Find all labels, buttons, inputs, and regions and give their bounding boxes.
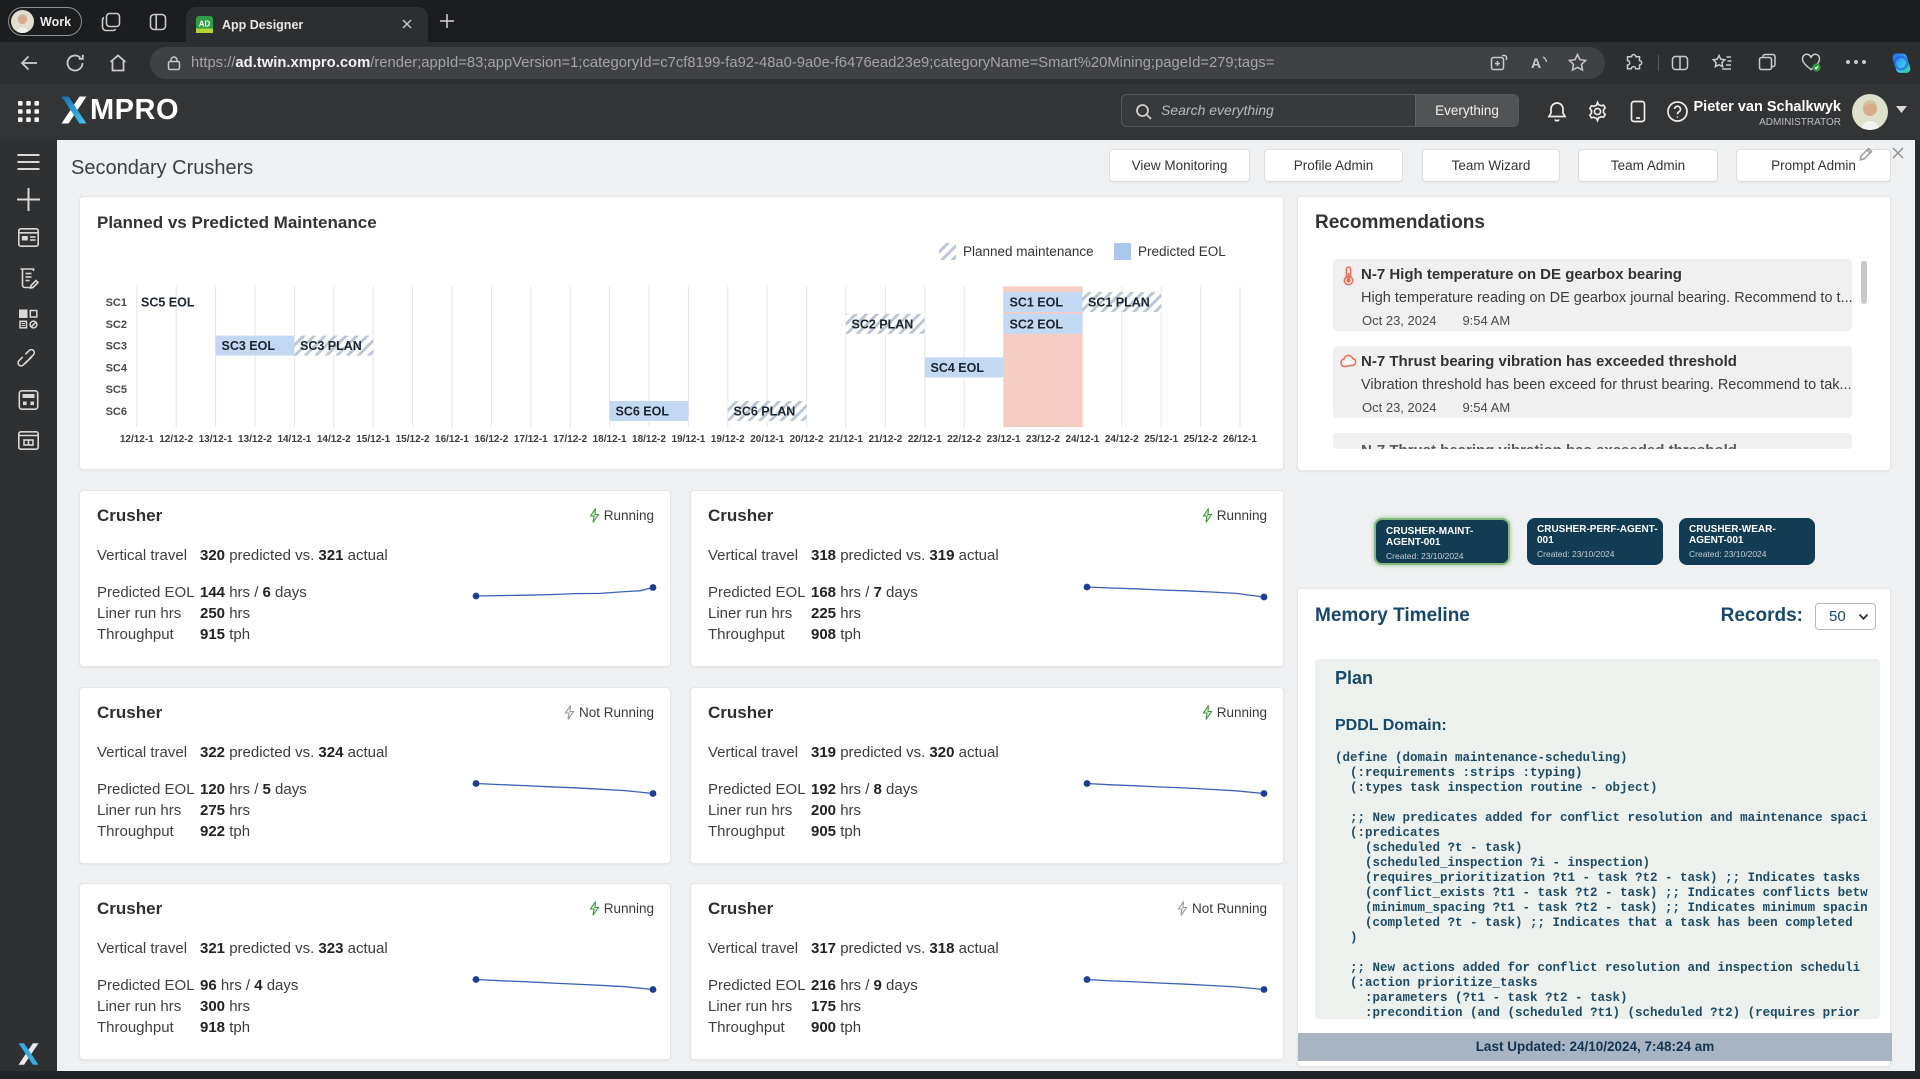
svg-text:16/12-2: 16/12-2 (474, 434, 508, 445)
svg-text:SC5: SC5 (106, 384, 127, 396)
svg-text:20/12-2: 20/12-2 (790, 434, 824, 445)
svg-text:SC1: SC1 (106, 297, 127, 309)
svg-text:24/12-2: 24/12-2 (1105, 434, 1139, 445)
svg-text:21/12-1: 21/12-1 (829, 434, 863, 445)
svg-text:22/12-2: 22/12-2 (947, 434, 981, 445)
svg-text:12/12-2: 12/12-2 (159, 434, 193, 445)
svg-text:16/12-1: 16/12-1 (435, 434, 469, 445)
svg-text:SC1 PLAN: SC1 PLAN (1088, 296, 1150, 310)
svg-text:20/12-1: 20/12-1 (750, 434, 784, 445)
svg-text:SC3 EOL: SC3 EOL (222, 339, 276, 353)
svg-text:14/12-2: 14/12-2 (317, 434, 351, 445)
svg-text:SC3: SC3 (106, 341, 127, 353)
svg-text:SC4: SC4 (106, 362, 128, 374)
svg-text:15/12-1: 15/12-1 (356, 434, 390, 445)
svg-text:24/12-1: 24/12-1 (1065, 434, 1099, 445)
svg-text:SC4 EOL: SC4 EOL (931, 361, 985, 375)
svg-text:A: A (1531, 55, 1541, 71)
svg-text:Planned maintenance: Planned maintenance (963, 244, 1094, 259)
svg-text:12/12-1: 12/12-1 (120, 434, 154, 445)
svg-text:SC2: SC2 (106, 319, 127, 331)
svg-text:SC3 PLAN: SC3 PLAN (300, 339, 362, 353)
svg-text:23/12-1: 23/12-1 (987, 434, 1021, 445)
svg-text:Predicted EOL: Predicted EOL (1138, 244, 1226, 259)
svg-text:17/12-2: 17/12-2 (553, 434, 587, 445)
svg-text:SC6 EOL: SC6 EOL (616, 405, 670, 419)
svg-text:19/12-1: 19/12-1 (671, 434, 705, 445)
svg-text:25/12-1: 25/12-1 (1144, 434, 1178, 445)
svg-text:SC6 PLAN: SC6 PLAN (734, 405, 796, 419)
svg-text:23/12-2: 23/12-2 (1026, 434, 1060, 445)
svg-text:25/12-2: 25/12-2 (1184, 434, 1218, 445)
svg-text:19/12-2: 19/12-2 (711, 434, 745, 445)
svg-text:SC2 PLAN: SC2 PLAN (852, 317, 914, 331)
svg-text:18/12-1: 18/12-1 (593, 434, 627, 445)
svg-text:26/12-1: 26/12-1 (1223, 434, 1257, 445)
svg-text:15/12-2: 15/12-2 (396, 434, 430, 445)
svg-text:21/12-2: 21/12-2 (868, 434, 902, 445)
svg-text:SC5 EOL: SC5 EOL (141, 296, 195, 310)
svg-text:AD: AD (199, 20, 211, 29)
svg-text:17/12-1: 17/12-1 (514, 434, 548, 445)
svg-text:14/12-1: 14/12-1 (277, 434, 311, 445)
svg-text:13/12-2: 13/12-2 (238, 434, 272, 445)
svg-text:13/12-1: 13/12-1 (199, 434, 233, 445)
svg-text:SC2 EOL: SC2 EOL (1010, 317, 1064, 331)
svg-text:18/12-2: 18/12-2 (632, 434, 666, 445)
svg-text:SC6: SC6 (106, 406, 127, 418)
svg-text:SC1 EOL: SC1 EOL (1010, 296, 1064, 310)
svg-text:22/12-1: 22/12-1 (908, 434, 942, 445)
